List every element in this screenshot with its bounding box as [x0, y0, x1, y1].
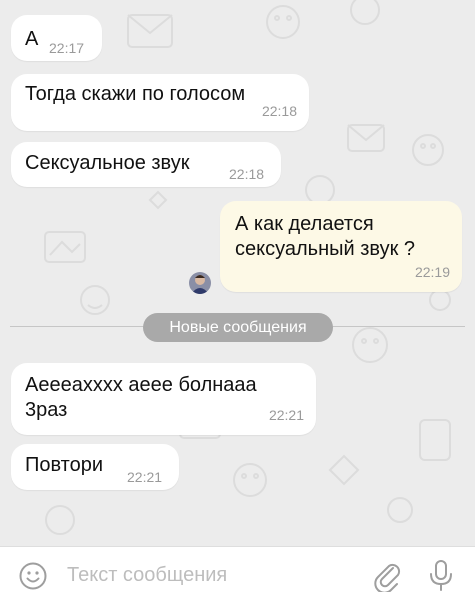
avatar[interactable] [189, 272, 211, 294]
new-messages-label: Новые сообщения [143, 313, 333, 342]
message-time: 22:21 [127, 469, 163, 485]
message-time: 22:19 [414, 264, 450, 280]
message-bubble[interactable]: Аееeaxxxx аеее болнааа 3раз 22:21 [11, 363, 316, 435]
message-time: 22:21 [268, 407, 304, 423]
message-bubble[interactable]: Повтори 22:21 [11, 444, 179, 490]
message-time: 22:18 [229, 166, 265, 182]
message-text: Тогда скажи по голосом [25, 83, 246, 105]
divider-line [331, 326, 465, 327]
message-text: Аееeaxxxx аеее болнааа 3раз [25, 374, 257, 421]
message-time: 22:17 [49, 40, 85, 56]
message-bubble[interactable]: Тогда скажи по голосом 22:18 [11, 74, 309, 131]
message-text: А [25, 28, 39, 50]
message-bubble[interactable]: А 22:17 [11, 15, 102, 61]
message-text: Сексуальное звук [25, 152, 190, 174]
message-text: А как делается сексуальный звук ? [235, 213, 416, 260]
message-text: Повтори [25, 454, 104, 476]
message-bubble[interactable]: Сексуальное звук 22:18 [11, 142, 281, 187]
divider-line [10, 326, 145, 327]
message-time: 22:18 [261, 103, 297, 119]
message-input[interactable]: Текст сообщения [67, 564, 227, 587]
message-input-bar: Текст сообщения [0, 546, 475, 605]
emoji-icon[interactable] [18, 561, 48, 596]
message-bubble-outgoing[interactable]: А как делается сексуальный звук ? 22:19 [220, 201, 462, 292]
paperclip-icon[interactable] [373, 560, 403, 597]
microphone-icon[interactable] [428, 559, 454, 598]
